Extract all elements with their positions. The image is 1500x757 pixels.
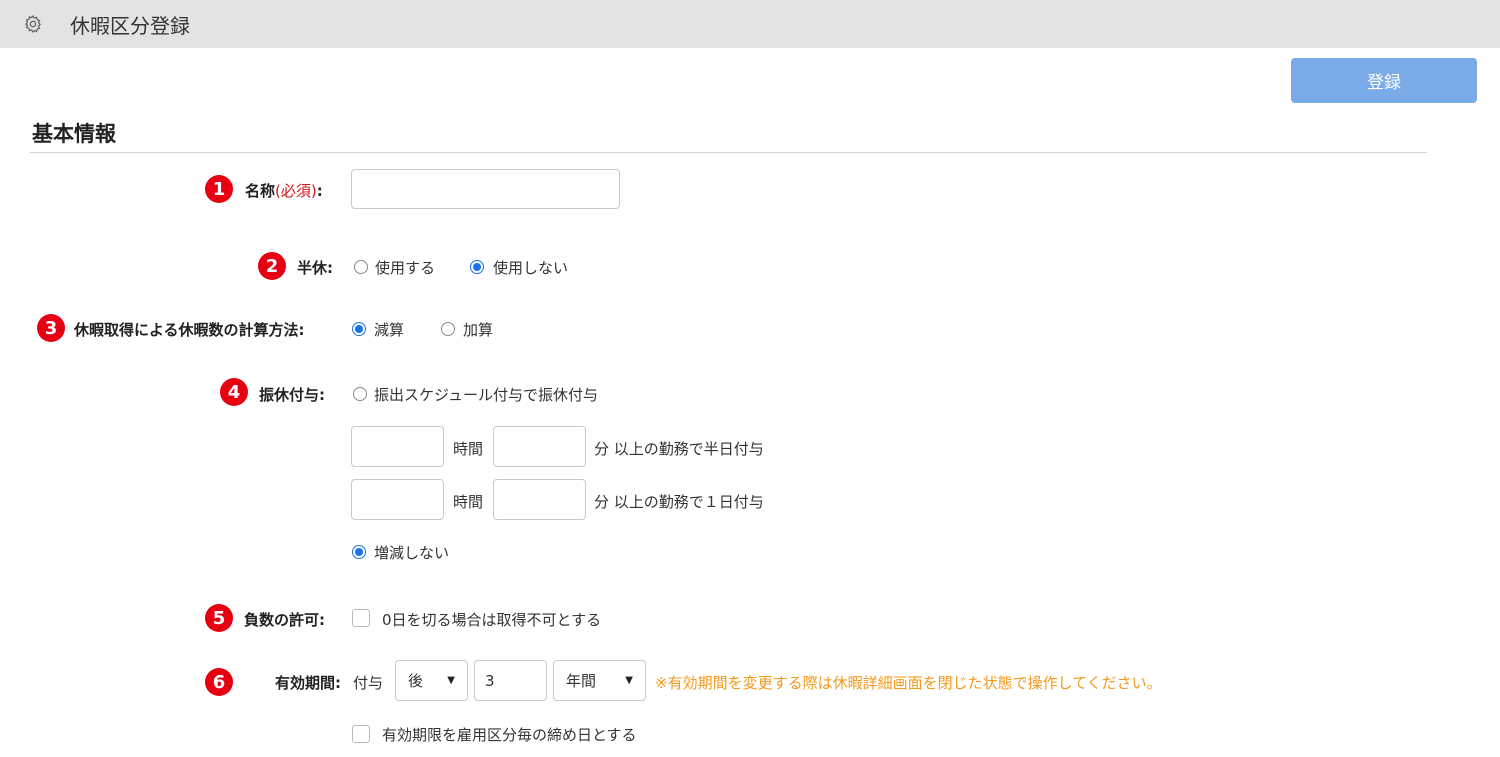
- name-input[interactable]: [351, 169, 620, 209]
- full-day-suffix: 分 以上の勤務で１日付与: [594, 493, 764, 511]
- substitute-schedule-label[interactable]: 振出スケジュール付与で振休付与: [374, 384, 598, 405]
- chevron-down-icon: ▼: [625, 675, 633, 686]
- badge-6: 6: [205, 668, 233, 696]
- substitute-no-change-radio[interactable]: [352, 545, 366, 559]
- validity-amount-input[interactable]: [474, 660, 547, 701]
- gear-icon[interactable]: [22, 13, 44, 35]
- half-day-hours-input[interactable]: [351, 426, 444, 467]
- negative-checkbox-label[interactable]: 0日を切る場合は取得不可とする: [382, 609, 601, 630]
- full-day-minutes-input[interactable]: [493, 479, 586, 520]
- validity-note: ※有効期間を変更する際は休暇詳細画面を閉じた状態で操作してください。: [655, 674, 1162, 692]
- page-title: 休暇区分登録: [70, 13, 190, 38]
- closing-date-checkbox[interactable]: [352, 725, 370, 743]
- validity-label: 有効期間:: [275, 674, 341, 692]
- calc-add-label[interactable]: 加算: [463, 319, 493, 340]
- badge-4: 4: [220, 378, 248, 406]
- calc-subtract-radio[interactable]: [352, 322, 366, 336]
- closing-date-checkbox-label[interactable]: 有効期限を雇用区分毎の締め日とする: [382, 724, 637, 745]
- substitute-schedule-radio[interactable]: [353, 387, 367, 401]
- name-label-colon: :: [316, 182, 323, 200]
- substitute-label: 振休付与:: [259, 386, 325, 404]
- half-day-not-use-label[interactable]: 使用しない: [493, 257, 568, 278]
- section-divider: [30, 152, 1427, 153]
- badge-1: 1: [205, 175, 233, 203]
- name-label-text: 名称: [245, 182, 276, 200]
- half-day-label: 半休:: [297, 259, 333, 277]
- calc-add-radio[interactable]: [441, 322, 455, 336]
- section-title: 基本情報: [32, 122, 116, 146]
- full-day-hours-input[interactable]: [351, 479, 444, 520]
- half-day-suffix: 分 以上の勤務で半日付与: [594, 440, 764, 458]
- substitute-no-change-label[interactable]: 増減しない: [374, 542, 449, 563]
- required-marker: (必須): [275, 182, 317, 200]
- badge-3: 3: [37, 314, 65, 342]
- half-day-minutes-input[interactable]: [493, 426, 586, 467]
- badge-2: 2: [258, 252, 286, 280]
- validity-direction-value: 後: [408, 672, 424, 690]
- negative-checkbox[interactable]: [352, 609, 370, 627]
- chevron-down-icon: ▼: [447, 675, 455, 686]
- validity-unit-value: 年間: [566, 672, 597, 690]
- validity-unit-select[interactable]: 年間 ▼: [553, 660, 646, 701]
- title-bar: 休暇区分登録: [0, 0, 1500, 48]
- calc-method-label: 休暇取得による休暇数の計算方法:: [74, 321, 305, 339]
- register-button[interactable]: 登録: [1291, 58, 1477, 103]
- half-day-use-radio[interactable]: [354, 260, 368, 274]
- calc-subtract-label[interactable]: 減算: [374, 319, 404, 340]
- negative-label: 負数の許可:: [244, 611, 325, 629]
- name-label: 名称(必須):: [245, 180, 323, 201]
- validity-prefix: 付与: [353, 674, 384, 692]
- validity-direction-select[interactable]: 後 ▼: [395, 660, 468, 701]
- half-day-not-use-radio[interactable]: [470, 260, 484, 274]
- half-day-use-label[interactable]: 使用する: [375, 257, 435, 278]
- full-day-hours-unit: 時間: [453, 493, 484, 511]
- badge-5: 5: [205, 604, 233, 632]
- half-day-hours-unit: 時間: [453, 440, 484, 458]
